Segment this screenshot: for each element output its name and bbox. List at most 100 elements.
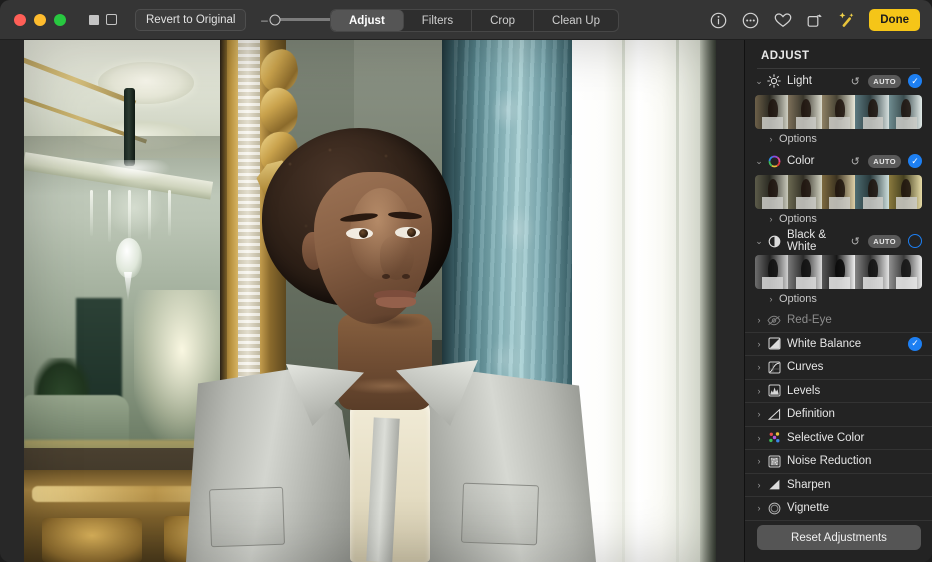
- reset-icon-color[interactable]: ↺: [848, 155, 862, 168]
- zoom-button[interactable]: [54, 14, 66, 26]
- sidebar-item-vignette[interactable]: › Vignette: [745, 497, 932, 521]
- edited-photo[interactable]: [24, 40, 716, 562]
- chevron-right-icon[interactable]: ›: [753, 433, 765, 443]
- split-view-icon[interactable]: [86, 12, 101, 27]
- sidebar-item-sharpen[interactable]: › Sharpen: [745, 474, 932, 498]
- rotate-icon[interactable]: [805, 11, 824, 30]
- favorite-heart-icon[interactable]: [773, 11, 792, 30]
- info-icon[interactable]: [709, 11, 728, 30]
- reset-adjustments-label: Reset Adjustments: [791, 532, 887, 544]
- list-item[interactable]: [755, 175, 788, 209]
- chevron-right-icon[interactable]: ›: [765, 294, 777, 304]
- options-label-color: Options: [779, 213, 817, 225]
- sidebar-label-selective-color: Selective Color: [787, 432, 922, 444]
- sidebar-item-noise-reduction[interactable]: › Noise Reduction: [745, 450, 932, 474]
- options-toggle-color[interactable]: › Options: [745, 209, 932, 229]
- chevron-right-icon[interactable]: ›: [753, 456, 765, 466]
- chevron-right-icon[interactable]: ›: [753, 480, 765, 490]
- list-item[interactable]: [889, 95, 922, 129]
- chevron-right-icon[interactable]: ›: [753, 362, 765, 372]
- zoom-out-icon[interactable]: –: [260, 13, 268, 27]
- list-item[interactable]: [822, 255, 855, 289]
- chevron-right-icon[interactable]: ›: [753, 315, 765, 325]
- definition-icon: [765, 406, 783, 422]
- toggle-light[interactable]: ✓: [908, 74, 922, 88]
- auto-button-black-and-white[interactable]: AUTO: [868, 235, 901, 248]
- list-item[interactable]: [855, 95, 888, 129]
- reset-icon-light[interactable]: ↺: [848, 75, 862, 88]
- toggle-white-balance[interactable]: ✓: [908, 337, 922, 351]
- curves-icon: [765, 359, 783, 375]
- revert-label: Revert to Original: [146, 14, 235, 26]
- minimize-button[interactable]: [34, 14, 46, 26]
- chevron-right-icon[interactable]: ›: [753, 503, 765, 513]
- list-item[interactable]: [822, 175, 855, 209]
- auto-button-light[interactable]: AUTO: [868, 75, 901, 88]
- toggle-color[interactable]: ✓: [908, 154, 922, 168]
- list-item[interactable]: [855, 175, 888, 209]
- list-item[interactable]: [822, 95, 855, 129]
- chevron-right-icon[interactable]: ›: [765, 214, 777, 224]
- tab-crop[interactable]: Crop: [472, 10, 534, 31]
- list-item[interactable]: [788, 255, 821, 289]
- list-item[interactable]: [889, 175, 922, 209]
- selective-color-icon: [765, 430, 783, 446]
- list-item[interactable]: [788, 95, 821, 129]
- single-view-icon[interactable]: [104, 12, 119, 27]
- options-toggle-black-and-white[interactable]: › Options: [745, 289, 932, 309]
- close-button[interactable]: [14, 14, 26, 26]
- white-balance-icon: [765, 336, 783, 352]
- auto-enhance-wand-icon[interactable]: [837, 11, 856, 30]
- tab-filters[interactable]: Filters: [404, 10, 472, 31]
- sidebar-item-red-eye[interactable]: › Red-Eye: [745, 309, 932, 333]
- toggle-black-and-white[interactable]: [908, 234, 922, 248]
- list-item[interactable]: [755, 95, 788, 129]
- chevron-down-icon[interactable]: ⌄: [753, 76, 765, 87]
- chevron-down-icon[interactable]: ⌄: [753, 156, 765, 167]
- half-circle-icon: [765, 233, 783, 249]
- list-item[interactable]: [855, 255, 888, 289]
- list-item[interactable]: [889, 255, 922, 289]
- thumbnail-strip-color[interactable]: [755, 175, 922, 209]
- zoom-thumb[interactable]: [270, 14, 281, 25]
- tab-adjust[interactable]: Adjust: [331, 10, 404, 31]
- done-button[interactable]: Done: [869, 9, 920, 31]
- section-header-light[interactable]: ⌄ Light ↺ AUTO ✓: [745, 69, 932, 93]
- done-label: Done: [880, 14, 909, 26]
- levels-icon: [765, 383, 783, 399]
- chevron-down-icon[interactable]: ⌄: [753, 236, 765, 247]
- sidebar-item-definition[interactable]: › Definition: [745, 403, 932, 427]
- chevron-right-icon[interactable]: ›: [765, 134, 777, 144]
- list-item[interactable]: [788, 175, 821, 209]
- more-options-icon[interactable]: [741, 11, 760, 30]
- view-mode-group: [86, 12, 119, 27]
- photo-canvas[interactable]: [0, 40, 744, 562]
- section-header-black-and-white[interactable]: ⌄ Black & White ↺ AUTO: [745, 229, 932, 253]
- tab-clean-up[interactable]: Clean Up: [534, 10, 618, 31]
- sidebar-label-levels: Levels: [787, 385, 922, 397]
- options-toggle-light[interactable]: › Options: [745, 129, 932, 149]
- chevron-right-icon[interactable]: ›: [753, 409, 765, 419]
- options-label-black-and-white: Options: [779, 293, 817, 305]
- eye-slash-icon: [765, 312, 783, 328]
- sidebar-item-white-balance[interactable]: › White Balance ✓: [745, 333, 932, 357]
- section-header-color[interactable]: ⌄ Color ↺ AUTO ✓: [745, 149, 932, 173]
- reset-adjustments-button[interactable]: Reset Adjustments: [757, 525, 921, 550]
- sidebar-label-sharpen: Sharpen: [787, 479, 922, 491]
- list-item[interactable]: [755, 255, 788, 289]
- revert-to-original-button[interactable]: Revert to Original: [135, 9, 246, 31]
- sidebar-item-curves[interactable]: › Curves: [745, 356, 932, 380]
- reset-icon-black-and-white[interactable]: ↺: [848, 235, 862, 248]
- sidebar-label-noise-reduction: Noise Reduction: [787, 455, 922, 467]
- sidebar-item-levels[interactable]: › Levels: [745, 380, 932, 404]
- chevron-right-icon[interactable]: ›: [753, 386, 765, 396]
- thumbnail-strip-black-and-white[interactable]: [755, 255, 922, 289]
- zoom-track[interactable]: [273, 18, 335, 21]
- window-controls: [14, 14, 66, 26]
- sidebar-label-vignette: Vignette: [787, 502, 922, 514]
- auto-button-color[interactable]: AUTO: [868, 155, 901, 168]
- sidebar-item-selective-color[interactable]: › Selective Color: [745, 427, 932, 451]
- sharpen-icon: [765, 477, 783, 493]
- chevron-right-icon[interactable]: ›: [753, 339, 765, 349]
- thumbnail-strip-light[interactable]: [755, 95, 922, 129]
